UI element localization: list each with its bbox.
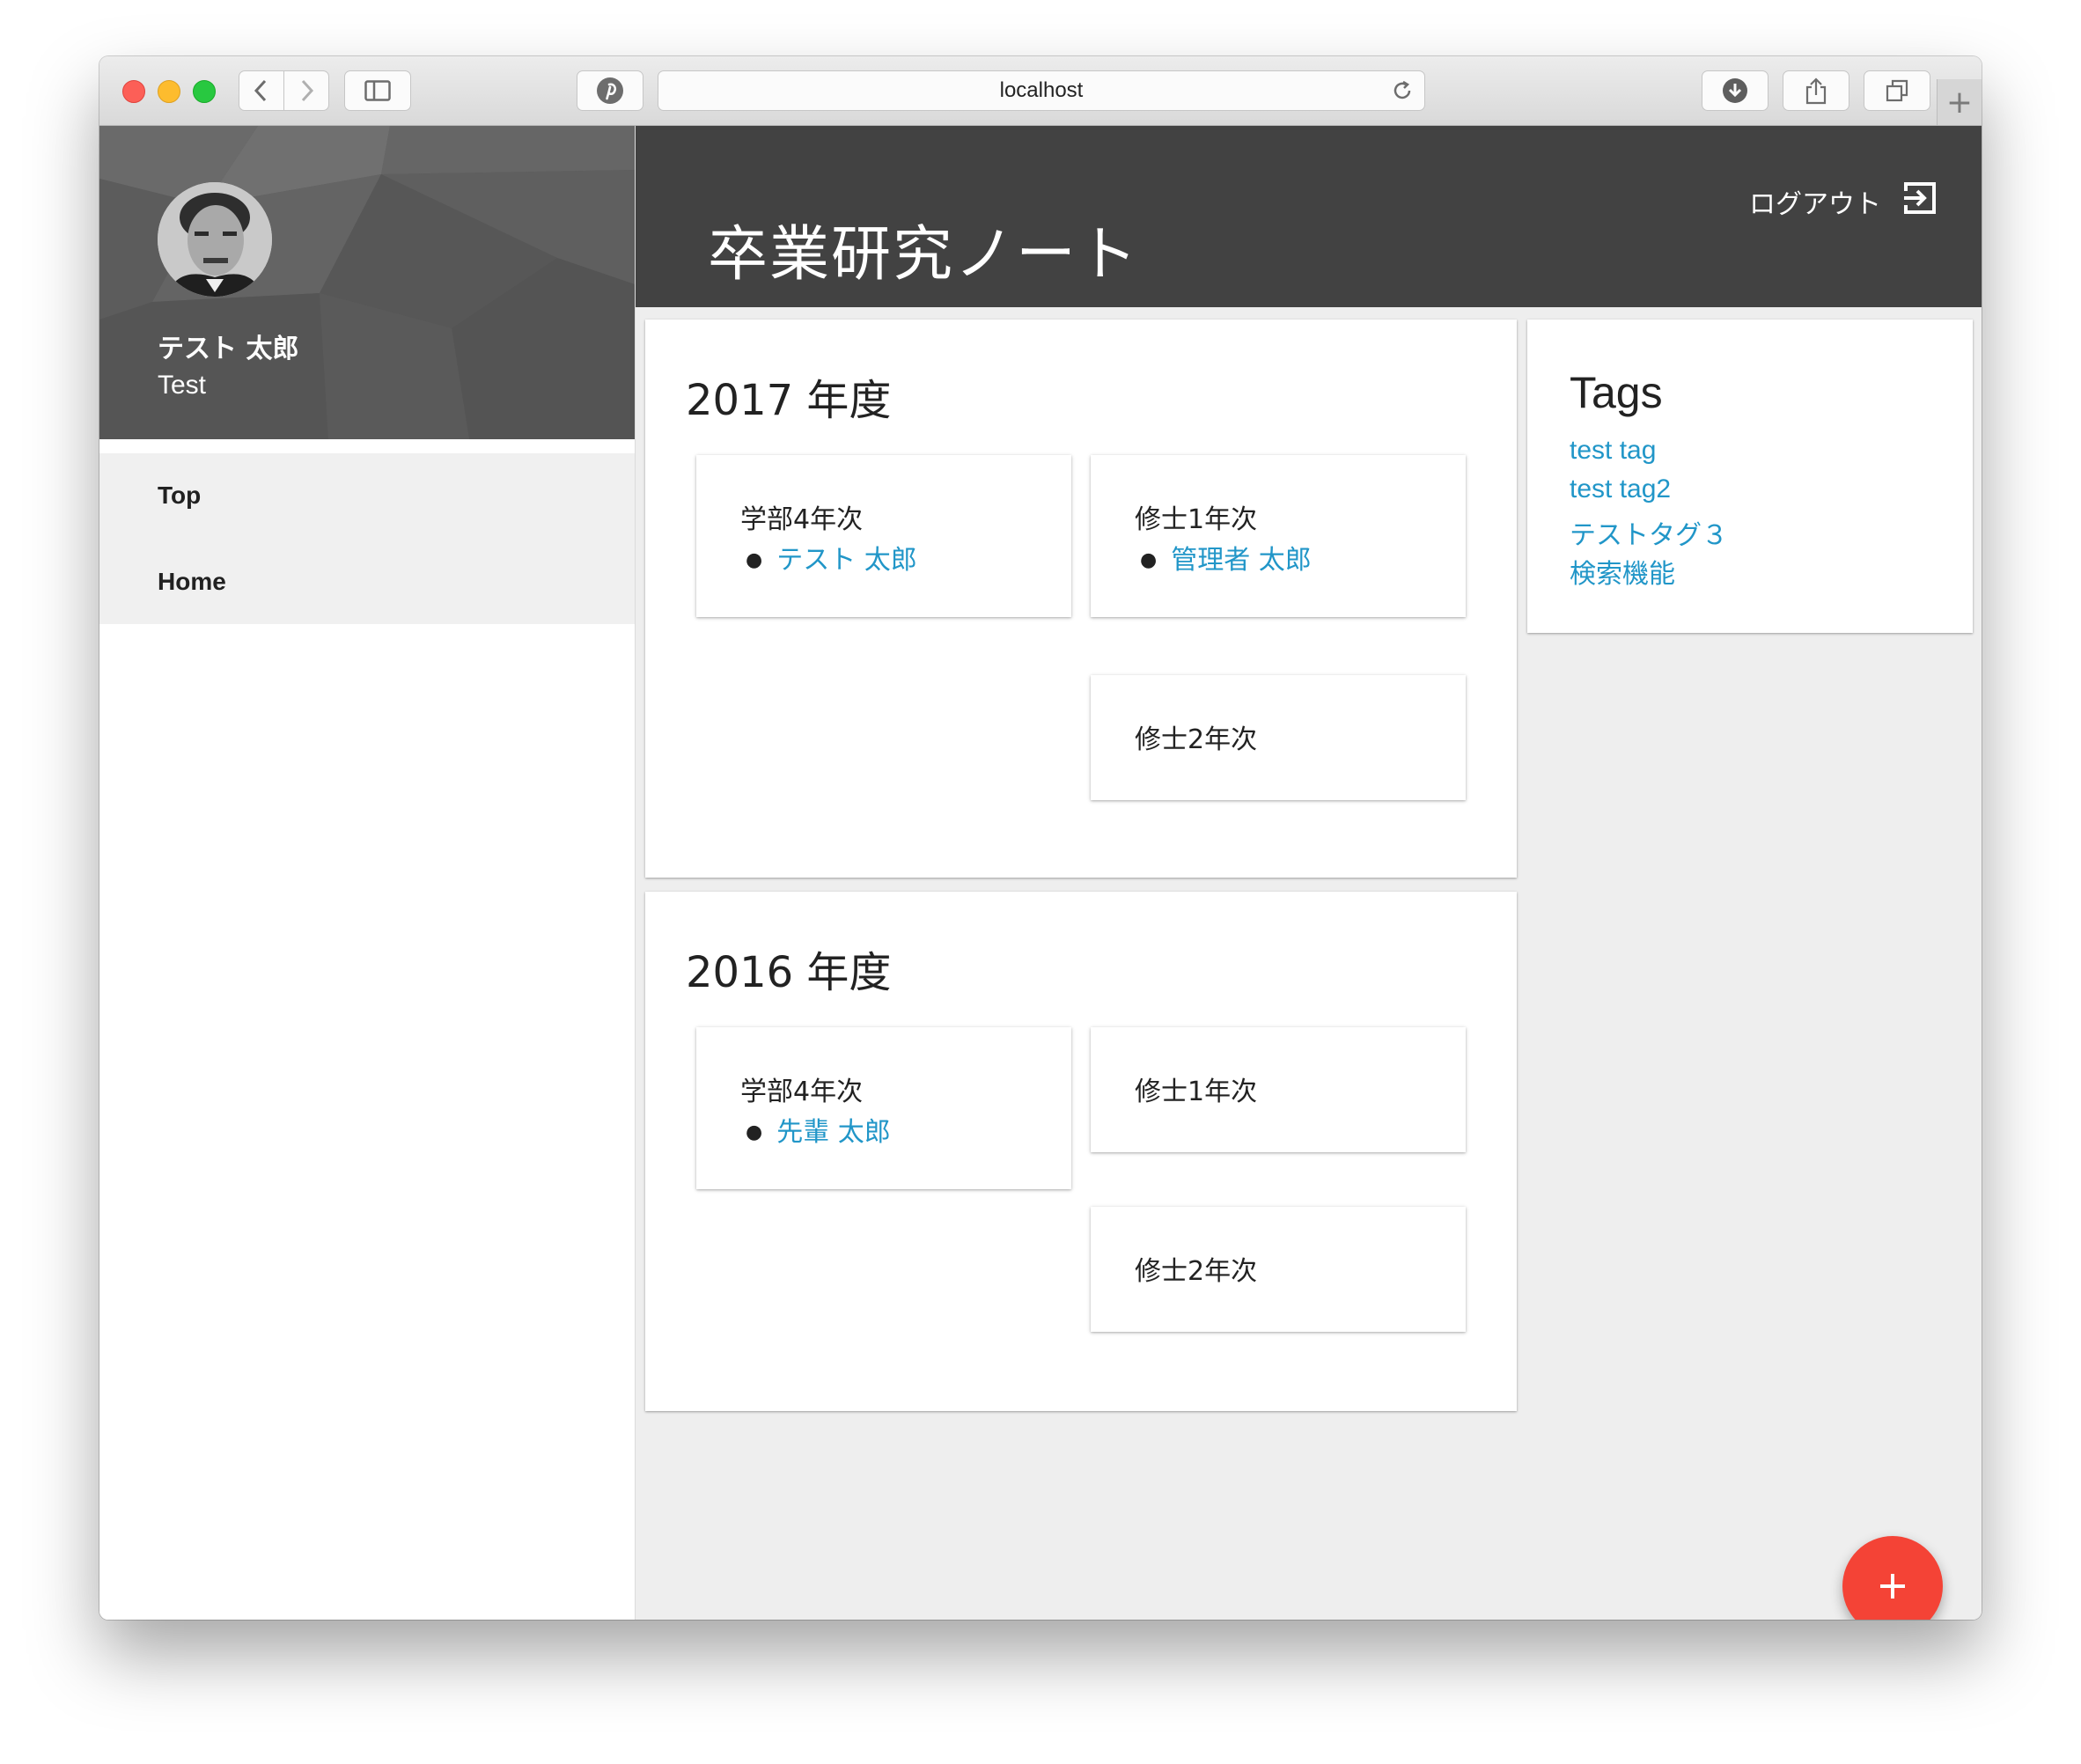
grade-card-master-1[interactable]: 修士1年次: [1091, 1027, 1466, 1152]
tags-card: Tags test tag test tag2 テストタグ３ 検索機能: [1527, 320, 1973, 633]
pinterest-icon: [597, 77, 623, 104]
reload-icon[interactable]: [1391, 79, 1414, 102]
zoom-window-button[interactable]: [193, 80, 216, 103]
tabs-icon: [1886, 79, 1908, 102]
tabs-overview-button[interactable]: [1864, 70, 1930, 111]
close-window-button[interactable]: [122, 80, 145, 103]
plus-icon: [1880, 1574, 1905, 1599]
page-title: 卒業研究ノート: [708, 220, 1140, 290]
new-tab-button[interactable]: +: [1937, 79, 1982, 125]
bullet-icon: ●: [746, 1121, 763, 1143]
tag-link[interactable]: test tag: [1570, 436, 1656, 466]
nav-item-home[interactable]: Home: [158, 568, 226, 596]
nav-item-top[interactable]: Top: [158, 481, 201, 510]
pinterest-button[interactable]: [577, 70, 643, 111]
navigation-drawer: テスト 太郎 Test Top Home: [99, 126, 636, 1620]
member-link[interactable]: ● テスト 太郎: [746, 538, 917, 577]
forward-button[interactable]: [283, 70, 329, 111]
browser-toolbar: localhost +: [99, 56, 1982, 126]
grade-card-master-1[interactable]: 修士1年次 ● 管理者 太郎: [1091, 455, 1466, 617]
back-button[interactable]: [239, 70, 284, 111]
add-button[interactable]: [1842, 1536, 1943, 1620]
plus-icon: +: [1945, 84, 1974, 121]
page-content: テスト 太郎 Test Top Home 卒業研究ノート ログアウト 2017 …: [99, 126, 1982, 1620]
download-icon: [1723, 78, 1747, 103]
member-name[interactable]: 管理者 太郎: [1171, 545, 1312, 576]
grade-card-master-2[interactable]: 修士2年次: [1091, 1207, 1466, 1332]
grade-card-master-2[interactable]: 修士2年次: [1091, 675, 1466, 800]
year-card-2017: 2017 年度 学部4年次 ● テスト 太郎 修士1年次 ● 管理者 太郎 修士2年…: [645, 320, 1517, 878]
tag-link[interactable]: 検索機能: [1570, 552, 1675, 591]
drawer-header: テスト 太郎 Test: [99, 126, 635, 439]
sidebar-toggle-button[interactable]: [344, 70, 411, 111]
user-portrait-icon: [158, 182, 272, 297]
grade-label: 修士1年次: [1135, 1077, 1258, 1107]
member-name[interactable]: 先輩 太郎: [776, 1117, 891, 1148]
logout-button[interactable]: ログアウト: [1749, 182, 1881, 221]
exit-icon[interactable]: [1902, 180, 1938, 216]
share-button[interactable]: [1783, 70, 1849, 111]
tags-title: Tags: [1570, 368, 1663, 417]
member-link[interactable]: ● 管理者 太郎: [1140, 538, 1312, 577]
address-bar[interactable]: localhost: [658, 70, 1425, 111]
grade-label: 学部4年次: [740, 1077, 864, 1107]
grade-label: 修士1年次: [1135, 504, 1258, 535]
chevron-right-icon: [301, 79, 314, 102]
grade-card-undergrad-4[interactable]: 学部4年次 ● 先輩 太郎: [696, 1027, 1071, 1189]
minimize-window-button[interactable]: [158, 80, 180, 103]
grade-label: 修士2年次: [1135, 724, 1258, 755]
grade-label: 学部4年次: [740, 504, 864, 535]
tag-link[interactable]: テストタグ３: [1570, 513, 1728, 552]
downloads-button[interactable]: [1702, 70, 1768, 111]
grade-card-undergrad-4[interactable]: 学部4年次 ● テスト 太郎: [696, 455, 1071, 617]
member-link[interactable]: ● 先輩 太郎: [746, 1110, 891, 1149]
avatar[interactable]: [158, 182, 272, 297]
year-title: 2017 年度: [686, 376, 892, 425]
tag-link[interactable]: test tag2: [1570, 474, 1671, 504]
app-bar: 卒業研究ノート ログアウト: [636, 126, 1982, 307]
user-role: Test: [158, 371, 207, 400]
url-text: localhost: [999, 78, 1084, 102]
member-name[interactable]: テスト 太郎: [776, 545, 917, 576]
year-card-2016: 2016 年度 学部4年次 ● 先輩 太郎 修士1年次 修士2年次: [645, 892, 1517, 1411]
bullet-icon: ●: [1140, 549, 1158, 571]
drawer-nav: Top Home: [99, 453, 635, 624]
year-title: 2016 年度: [686, 948, 892, 997]
user-name: テスト 太郎: [158, 334, 299, 364]
bullet-icon: ●: [746, 549, 763, 571]
browser-window: localhost + テスト 太郎 Test Top Home 卒業研究ノート…: [99, 56, 1982, 1620]
grade-label: 修士2年次: [1135, 1256, 1258, 1287]
sidebar-icon: [364, 80, 391, 101]
share-icon: [1805, 77, 1827, 105]
chevron-left-icon: [254, 79, 267, 102]
